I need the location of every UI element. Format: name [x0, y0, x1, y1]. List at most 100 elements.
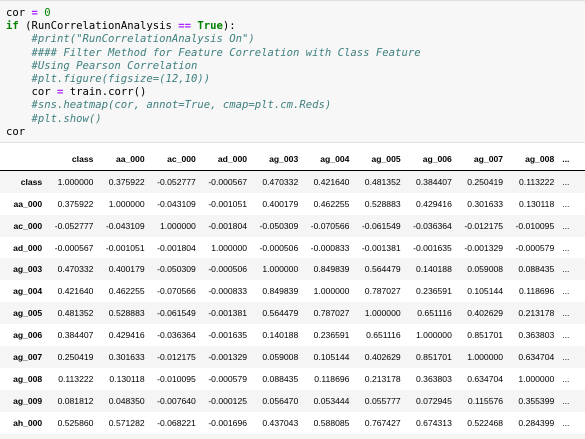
table-cell: 0.037383 — [97, 434, 148, 439]
table-cell: 0.012595 — [302, 434, 353, 439]
column-header: ag_005 — [353, 148, 405, 171]
table-cell: 0.236591 — [416, 286, 452, 297]
code-token: #Using Pearson Correlation — [31, 59, 198, 72]
table-cell: 0.113222 — [519, 176, 555, 187]
table-cell: 0.375922 — [108, 176, 145, 187]
table-row: class 1.000000 0.375922 -0.052777 -0.000567 0… — [0, 170, 585, 193]
table-cell: 1.000000 — [313, 286, 350, 297]
table-cell: 0.055777 — [364, 395, 401, 406]
table-cell: 0.105144 — [313, 351, 350, 362]
row-label: ag_006 — [13, 330, 43, 341]
table-cell: 0.115576 — [467, 395, 504, 406]
table-cell: 0.481352 — [364, 176, 401, 187]
table-row: ag_007 0.250419 0.301633 -0.012175 -0.001329… — [0, 346, 585, 368]
table-cell: 0.130118 — [519, 198, 555, 209]
code-token: #sns.heatmap(cor, annot=True, cmap=plt.c… — [31, 99, 332, 112]
row-label: ag_009 — [13, 395, 43, 406]
column-header: ac_000 — [148, 148, 200, 171]
column-header: ag_006 — [404, 148, 456, 171]
table-cell: -0.000567 — [54, 242, 94, 253]
table-cell: -0.009492 — [149, 434, 200, 439]
table-cell: 0.012544 — [251, 434, 302, 439]
table-cell: -0.050309 — [259, 220, 299, 231]
table-cell: -0.001381 — [361, 242, 401, 253]
code-editor[interactable]: cor = 0 if (RunCorrelationAnalysis == Tr… — [6, 7, 421, 139]
table-cell: 0.462255 — [108, 286, 145, 297]
table-row: ag_008 0.113222 0.130118 -0.010095 -0.000579… — [0, 368, 585, 390]
table-cell: 0.088435 — [518, 264, 555, 275]
table-cell: -0.000833 — [310, 242, 350, 253]
table-cell: 0.525860 — [57, 417, 94, 428]
row-label: ai_000 — [0, 434, 46, 439]
table-cell: -0.010095 — [157, 373, 196, 384]
table-cell: 0.053444 — [313, 395, 350, 406]
table-cell: -0.001696 — [208, 417, 248, 428]
code-line: cor — [6, 126, 25, 138]
table-cell: -0.001635 — [413, 242, 452, 253]
row-label: class — [20, 176, 43, 187]
table-cell: 0.564479 — [262, 308, 299, 319]
column-header: ag_003 — [251, 148, 303, 171]
table-cell: ... — [562, 176, 570, 187]
table-row: ag_006 0.384407 0.429416 -0.036364 -0.001635… — [0, 324, 585, 346]
table-cell: -0.007640 — [157, 395, 196, 406]
table-cell: 0.250419 — [57, 351, 94, 362]
table-row: ag_004 0.421640 0.462255 -0.070566 -0.000833… — [0, 280, 585, 302]
table-cell: 0.048350 — [108, 395, 145, 406]
table-cell: 0.767427 — [364, 417, 401, 428]
code-cell[interactable]: cor = 0 if (RunCorrelationAnalysis == Tr… — [0, 0, 585, 143]
table-cell: ... — [558, 434, 585, 439]
table-cell: 1.000000 — [518, 373, 555, 384]
row-label: ag_008 — [13, 373, 43, 384]
table-cell: 0.122154 — [507, 434, 558, 439]
table-cell: 0.375922 — [57, 198, 94, 209]
table-cell: 0.055907 — [353, 434, 404, 439]
table-row: ag_009 0.081812 0.048350 -0.007640 -0.000125… — [0, 389, 585, 412]
table-cell: -0.036364 — [413, 220, 452, 231]
table-cell: 1.000000 — [57, 176, 94, 187]
row-label: aa_000 — [13, 198, 43, 209]
table-cell: 0.400179 — [262, 198, 299, 209]
column-header: class — [46, 148, 98, 171]
table-cell: -0.070566 — [310, 220, 350, 231]
row-label: ag_004 — [13, 286, 43, 297]
table-cell: 0.056470 — [262, 395, 299, 406]
code-line: if (RunCorrelationAnalysis == True): — [6, 20, 236, 32]
table-cell: 0.402629 — [364, 351, 401, 362]
code-token: cor — [6, 125, 26, 138]
table-cell: 0.059008 — [467, 264, 504, 275]
table-cell: 0.236591 — [313, 330, 350, 341]
code-token: train.corr() — [63, 86, 147, 99]
table-header-row: class aa_000 ac_000 ad_000 ag_003 ag_004 ag_00… — [0, 148, 585, 171]
table-cell: -0.001329 — [208, 351, 248, 362]
header-corner — [0, 148, 47, 171]
table-cell: 0.421640 — [313, 176, 350, 187]
column-header: ag_004 — [302, 148, 354, 171]
table-cell: 0.213178 — [364, 373, 401, 384]
table-row: ag_003 0.470332 0.400179 -0.050309 -0.000506… — [0, 258, 585, 281]
output-area: class aa_000 ac_000 ad_000 ag_003 ag_004 ag_00… — [0, 148, 585, 439]
table-cell: ... — [562, 417, 570, 428]
table-cell: -0.061549 — [361, 220, 401, 231]
code-token: #### Filter Method for Feature Correlati… — [31, 46, 421, 59]
table-cell: -0.052777 — [157, 176, 196, 187]
table-cell: 0.363803 — [518, 330, 555, 341]
table-cell: -0.001804 — [157, 242, 196, 253]
table-cell: ... — [562, 351, 570, 362]
code-token: == — [178, 20, 191, 33]
table-cell: 0.363803 — [416, 373, 452, 384]
table-cell: 0.118696 — [314, 373, 350, 384]
table-cell: 0.849839 — [262, 286, 299, 297]
code-token: True — [197, 20, 223, 33]
table-cell: ... — [562, 395, 570, 406]
row-label: ad_000 — [13, 242, 43, 253]
column-header: ad_000 — [199, 148, 252, 171]
row-label: ag_007 — [13, 351, 43, 362]
table-cell: 0.651116 — [417, 308, 452, 319]
table-cell: 0.634704 — [467, 373, 504, 384]
table-cell: 0.851701 — [467, 330, 504, 341]
table-cell: -0.000506 — [208, 264, 248, 275]
